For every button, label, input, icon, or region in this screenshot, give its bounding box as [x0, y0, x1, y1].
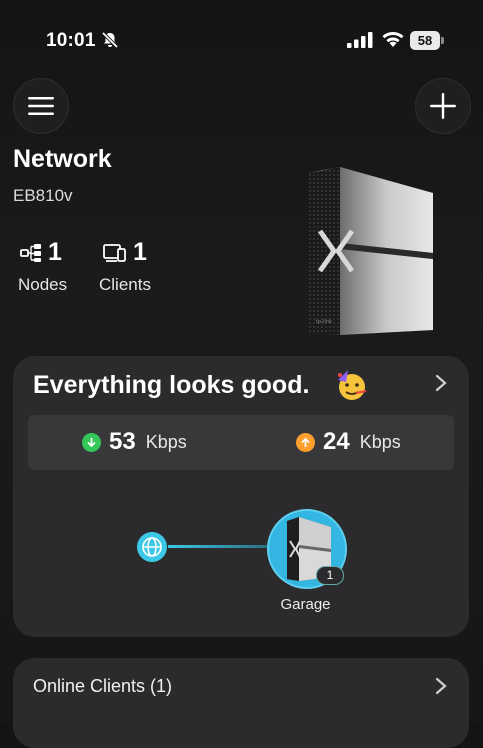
network-status-card[interactable]: Everything looks good. 53 Kbps 24 Kbps 1…	[13, 356, 469, 637]
nodes-label: Nodes	[18, 275, 68, 294]
page-title: Network	[13, 145, 112, 173]
clients-count: 1	[133, 238, 147, 266]
clients-label: Clients	[99, 275, 151, 294]
upload-arrow-icon	[296, 432, 315, 452]
device-model: EB810v	[13, 186, 73, 205]
upload-unit: Kbps	[359, 431, 401, 452]
status-card-title: Everything looks good.	[33, 371, 310, 399]
clients-stat[interactable]: 1	[103, 238, 147, 267]
svg-text:tp-link: tp-link	[316, 319, 332, 325]
download-arrow-icon	[82, 432, 101, 452]
plus-icon	[430, 93, 456, 119]
clients-icon	[103, 243, 126, 262]
chevron-right-icon[interactable]	[435, 374, 447, 392]
status-bar: 10:01 58	[0, 0, 483, 80]
battery-indicator: 58	[410, 31, 440, 50]
router-image: tp-link	[308, 167, 433, 335]
chevron-right-icon[interactable]	[435, 677, 447, 695]
nodes-stat[interactable]: 1	[20, 238, 62, 267]
online-clients-title: Online Clients (1)	[33, 676, 173, 696]
globe-icon	[137, 532, 167, 562]
upload-speed: 24 Kbps	[296, 428, 401, 456]
upload-value: 24	[323, 428, 350, 455]
download-speed: 53 Kbps	[82, 428, 187, 456]
wifi-icon	[382, 31, 404, 47]
online-clients-card[interactable]: Online Clients (1)	[13, 658, 469, 748]
bell-slash-icon	[101, 31, 119, 49]
battery-tip	[441, 37, 444, 44]
add-button[interactable]	[415, 78, 471, 134]
status-time: 10:01	[46, 30, 96, 51]
throughput-bar: 53 Kbps 24 Kbps	[28, 415, 454, 470]
menu-button[interactable]	[13, 78, 69, 134]
topology-link	[168, 545, 268, 548]
nodes-count: 1	[48, 238, 62, 266]
signal-icon	[347, 32, 373, 48]
node-label: Garage	[280, 596, 331, 613]
node-client-badge: 1	[316, 566, 344, 585]
download-unit: Kbps	[145, 431, 187, 452]
download-value: 53	[109, 428, 136, 455]
party-face-emoji	[338, 370, 367, 400]
nodes-icon	[20, 243, 41, 262]
menu-icon	[28, 97, 54, 115]
